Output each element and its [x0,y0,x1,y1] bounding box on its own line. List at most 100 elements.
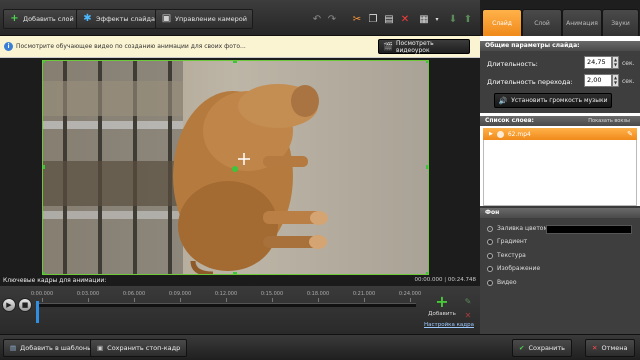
bg-option-label: Изображение [497,265,541,272]
speaker-icon: 🔊 [498,96,508,105]
resize-handle[interactable] [233,272,237,274]
set-volume-label: Установить громкость музыки [511,97,608,104]
resize-handle[interactable] [43,272,45,274]
layer-name: 62.mp4 [507,130,531,138]
bg-option-video[interactable]: Видео [487,279,517,286]
transition-field[interactable]: 2,00 [584,74,612,87]
general-params-section: Длительность: 24,75 ▲ ▼ сек. Длительность… [480,51,640,113]
duration-stepper[interactable]: ▲ ▼ [612,56,619,69]
pin-icon[interactable]: ✎ [627,130,633,138]
plus-icon: + [10,13,19,24]
check-icon: ✔ [519,344,525,352]
arrange-icon[interactable]: ▦ [417,12,431,26]
slide-effects-button[interactable]: ✱ Эффекты слайда [76,9,161,29]
sparkle-icon: ✱ [83,13,92,24]
playhead[interactable] [36,301,39,323]
save-label: Сохранить [528,344,566,352]
bg-option-fill[interactable]: Заливка цветом [487,225,548,232]
general-params-header: Общие параметры слайда: [480,41,640,51]
save-still-frame-label: Сохранить стоп-кадр [107,344,181,352]
duration-unit: сек. [622,60,635,67]
delete-keyframe-icon[interactable]: ✕ [461,308,475,322]
color-picker[interactable] [546,225,632,234]
chevron-down-icon[interactable]: ▾ [430,12,444,26]
toolbar: + Добавить слой ✱ Эффекты слайда ▣ Управ… [0,0,480,36]
layer-item[interactable]: ▶ 62.mp4 ✎ [483,128,637,140]
bg-option-texture[interactable]: Текстура [487,252,526,259]
transition-stepper[interactable]: ▲ ▼ [612,74,619,87]
tick-label: 0:03.000 [76,291,100,297]
set-volume-button[interactable]: 🔊 Установить громкость музыки [494,93,612,108]
background-section [480,218,640,334]
resize-handle[interactable] [43,61,45,63]
video-layer-icon [496,130,504,138]
add-to-templates-label: Добавить в шаблоны [20,344,93,352]
layers-header: Список слоев: Показать вокзы [480,116,640,126]
cut-icon[interactable]: ✂ [350,12,364,26]
camera-control-label: Управление камерой [175,15,247,23]
tab-animation[interactable]: Анимация [562,9,602,36]
save-button[interactable]: ✔ Сохранить [512,339,573,357]
edit-keyframe-icon[interactable]: ✎ [461,294,475,308]
tick-label: 0:15.000 [260,291,284,297]
move-down-icon[interactable]: ⬇ [446,12,460,26]
radio-icon [487,265,493,272]
camera-control-button[interactable]: ▣ Управление камерой [155,9,253,29]
resize-handle[interactable] [43,165,45,169]
video-preview[interactable] [42,60,429,275]
app-window: + Добавить слой ✱ Эффекты слайда ▣ Управ… [0,0,640,360]
radio-icon [487,279,493,286]
tick [226,298,227,302]
layers-header-label: Список слоев: [485,117,534,124]
resize-handle[interactable] [426,165,428,169]
tick [272,298,273,302]
transition-label: Длительность перехода: [487,78,573,86]
resize-handle[interactable] [426,272,428,274]
add-to-templates-button[interactable]: ▤ Добавить в шаблоны [3,339,100,357]
lion-video-frame [43,61,428,274]
tick-label: 0:12.000 [214,291,238,297]
move-up-icon[interactable]: ⬆ [461,12,475,26]
timeline-ruler: 0:00.000 0:03.000 0:06.000 0:09.000 0:12… [31,288,422,302]
bg-option-gradient[interactable]: Градиент [487,238,527,245]
tick [318,298,319,302]
save-still-frame-button[interactable]: ▣ Сохранить стоп-кадр [90,339,188,357]
add-keyframe-button[interactable]: + Добавить [428,294,456,319]
tick [134,298,135,302]
tick [88,298,89,302]
bg-option-image[interactable]: Изображение [487,265,540,272]
undo-icon[interactable]: ↶ [310,12,324,26]
bg-option-label: Видео [497,279,517,286]
radio-icon [487,252,493,259]
cancel-button[interactable]: ✕ Отмена [585,339,635,357]
duration-field[interactable]: 24,75 [584,56,612,69]
tick [364,298,365,302]
tick-label: 0:09.000 [168,291,192,297]
resize-handle[interactable] [426,61,428,63]
delete-icon[interactable]: ✕ [398,12,412,26]
resize-handle[interactable] [233,61,237,63]
tab-slide[interactable]: Слайд [482,9,522,36]
background-header: Фон [480,208,640,218]
play-button[interactable]: ▶ [2,298,16,312]
stop-button[interactable]: ■ [18,298,32,312]
layer-list [483,140,637,206]
frame-settings-link[interactable]: Настройка кадра [424,322,474,328]
redo-icon[interactable]: ↷ [325,12,339,26]
watch-tutorial-label: Посмотреть видеоурок [395,39,434,54]
copy-icon[interactable]: ❐ [366,12,380,26]
tab-sounds[interactable]: Звуки [602,9,639,36]
watch-tutorial-button[interactable]: 🎬 Посмотреть видеоурок [378,39,470,54]
paste-icon[interactable]: ▤ [382,12,396,26]
radio-icon [487,225,493,232]
add-layer-button[interactable]: + Добавить слой [3,9,80,29]
add-keyframe-label: Добавить [428,311,456,317]
timeline-track[interactable] [36,303,416,307]
play-icon: ▶ [6,301,12,309]
tick [42,298,43,302]
chevron-right-icon: ▶ [489,131,493,137]
tab-layer[interactable]: Слой [522,9,562,36]
tick-label: 0:24.000 [398,291,422,297]
time-readout: 00:00.000 | 00:24.748 [414,277,476,283]
bottom-bar: ▤ Добавить в шаблоны ▣ Сохранить стоп-ка… [0,334,640,360]
